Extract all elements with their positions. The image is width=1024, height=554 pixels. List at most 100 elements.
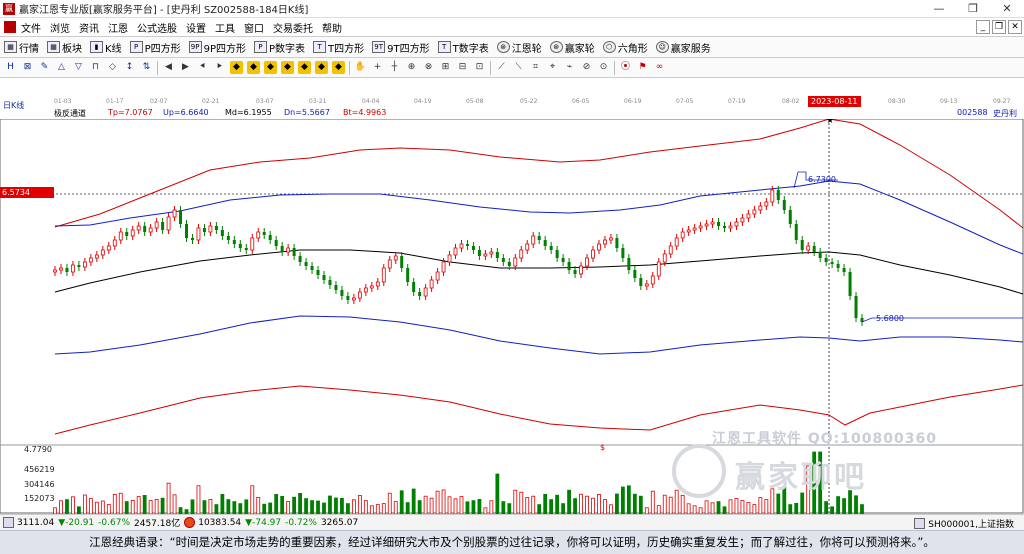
minimize-button[interactable]: — — [922, 0, 956, 18]
draw-tool-icon[interactable]: ⊗ — [422, 61, 435, 74]
draw-tool-icon[interactable]: ⌗ — [529, 61, 542, 74]
candle-body — [752, 209, 757, 215]
draw-tool-icon[interactable]: ⊠ — [21, 61, 34, 74]
kline-button[interactable]: ▮ K线 — [90, 40, 122, 55]
date-tick-label: 03-21 — [309, 98, 327, 105]
draw-tool-icon[interactable]: ∞ — [653, 61, 666, 74]
gann-wheel-button[interactable]: ⊛ 江恩轮 — [496, 40, 542, 55]
draw-tool-icon[interactable]: ⊓ — [89, 61, 102, 74]
draw-tool-icon[interactable]: + — [371, 61, 384, 74]
draw-tool-icon[interactable]: ◆ — [264, 61, 277, 74]
candle-body — [555, 250, 559, 258]
draw-tool-icon[interactable]: ✎ — [38, 61, 51, 74]
vol-label-2: 304146 — [24, 480, 55, 489]
draw-tool-icon[interactable]: ⇅ — [140, 61, 153, 74]
menu-settings[interactable]: 设置 — [186, 20, 206, 35]
menu-trade[interactable]: 交易委托 — [273, 20, 313, 35]
draw-tool-icon[interactable]: ◆ — [298, 61, 311, 74]
volume-bar — [94, 501, 99, 514]
9t-icon: 9T — [372, 41, 386, 53]
draw-tool-icon[interactable]: ▶ — [179, 61, 192, 74]
draw-tool-icon[interactable]: ⊞ — [439, 61, 452, 74]
sz-index-icon[interactable] — [184, 517, 196, 528]
sh-index-icon[interactable] — [3, 517, 14, 528]
volume-bar — [471, 500, 476, 514]
volume-bar — [310, 500, 314, 514]
draw-tool-icon[interactable]: ◆ — [315, 61, 328, 74]
date-tick-label: 01-17 — [106, 98, 124, 105]
candle-body — [71, 264, 75, 273]
restore-button[interactable]: ❐ — [956, 0, 990, 18]
close-button[interactable]: ✕ — [990, 0, 1024, 18]
menu-help[interactable]: 帮助 — [322, 20, 342, 35]
candle-body — [615, 238, 619, 248]
menu-tools[interactable]: 工具 — [215, 20, 235, 35]
candle-body — [525, 243, 530, 251]
draw-tool-icon[interactable]: ◀ — [162, 61, 175, 74]
menu-formula[interactable]: 公式选股 — [137, 20, 177, 35]
volume-bar — [740, 500, 745, 514]
mdi-minimize-button[interactable]: _ — [976, 20, 990, 34]
candle-body — [77, 265, 81, 267]
draw-tool-icon[interactable]: ⊙ — [597, 61, 610, 74]
volume-bar — [232, 501, 237, 514]
draw-tool-icon[interactable]: ◇ — [106, 61, 119, 74]
quotes-button[interactable]: ▦ 行情 — [4, 40, 39, 55]
kline-chart[interactable]: 6.7300 5.6800 ★ $ — [0, 119, 1024, 514]
draw-tool-icon[interactable]: ↕ — [123, 61, 136, 74]
draw-tool-icon[interactable]: ◆ — [230, 61, 243, 74]
draw-tool-icon[interactable]: ⊘ — [580, 61, 593, 74]
draw-tool-icon[interactable]: ◆ — [281, 61, 294, 74]
mdi-close-button[interactable]: ✕ — [1008, 20, 1022, 34]
service-button[interactable]: ☺ 赢家服务 — [655, 40, 711, 55]
draw-tool-icon[interactable]: ◆ — [332, 61, 345, 74]
draw-tool-icon[interactable]: ⊟ — [456, 61, 469, 74]
draw-tool-icon[interactable]: ⚑ — [636, 61, 649, 74]
candle-body — [453, 247, 458, 256]
draw-tool-icon[interactable]: ⟋ — [495, 61, 508, 74]
draw-tool-icon[interactable]: ⯇ — [196, 61, 209, 74]
candle-body — [603, 239, 607, 245]
candle-body — [179, 210, 183, 224]
draw-tool-icon[interactable]: ⌁ — [563, 61, 576, 74]
hexagon-button[interactable]: ⬡ 六角形 — [602, 40, 648, 55]
p-square-button[interactable]: P P四方形 — [129, 40, 181, 55]
menu-browse[interactable]: 浏览 — [50, 20, 70, 35]
draw-tool-icon[interactable]: ┼ — [388, 61, 401, 74]
candle-body — [704, 223, 709, 227]
mdi-restore-button[interactable]: ❐ — [992, 20, 1006, 34]
date-tick-label: 07-19 — [728, 98, 746, 105]
winner-wheel-button[interactable]: ⊛ 赢家轮 — [549, 40, 595, 55]
draw-tool-icon[interactable]: △ — [55, 61, 68, 74]
t-table-button[interactable]: T T数字表 — [437, 40, 489, 55]
draw-tool-icon[interactable]: ⯈ — [213, 61, 226, 74]
date-tick-label: 09-13 — [940, 98, 958, 105]
draw-tool-icon[interactable]: ✋ — [354, 61, 367, 74]
p-table-button[interactable]: P P数字表 — [254, 40, 305, 55]
draw-tool-icon[interactable]: ▽ — [72, 61, 85, 74]
volume-bar — [423, 495, 428, 514]
volume-bar — [788, 504, 793, 514]
menu-gann[interactable]: 江恩 — [108, 20, 128, 35]
menu-news[interactable]: 资讯 — [79, 20, 99, 35]
draw-tool-icon[interactable]: ⌖ — [546, 61, 559, 74]
index-selector-icon[interactable] — [914, 518, 926, 529]
candle-body — [304, 262, 308, 266]
draw-tool-icon[interactable]: ⊕ — [405, 61, 418, 74]
draw-tool-icon[interactable]: ⦿ — [619, 61, 632, 74]
volume-bar — [597, 493, 601, 514]
candle-body — [208, 225, 213, 233]
sectors-button[interactable]: ▦ 板块 — [47, 40, 82, 55]
menu-window[interactable]: 窗口 — [244, 20, 264, 35]
index-selector-label[interactable]: SH000001,上证指数 — [928, 517, 1014, 530]
9p-square-button[interactable]: 9P 9P四方形 — [188, 40, 246, 55]
draw-tool-icon[interactable]: ⟍ — [512, 61, 525, 74]
9t-square-button[interactable]: 9T 9T四方形 — [372, 40, 430, 55]
draw-tool-icon[interactable]: H — [4, 61, 17, 74]
menu-file[interactable]: 文件 — [21, 20, 41, 35]
t-square-button[interactable]: T T四方形 — [313, 40, 364, 55]
draw-tool-icon[interactable]: ◆ — [247, 61, 260, 74]
draw-tool-icon[interactable]: ⊡ — [473, 61, 486, 74]
volume-bar — [417, 500, 422, 514]
volume-bar — [728, 499, 733, 514]
